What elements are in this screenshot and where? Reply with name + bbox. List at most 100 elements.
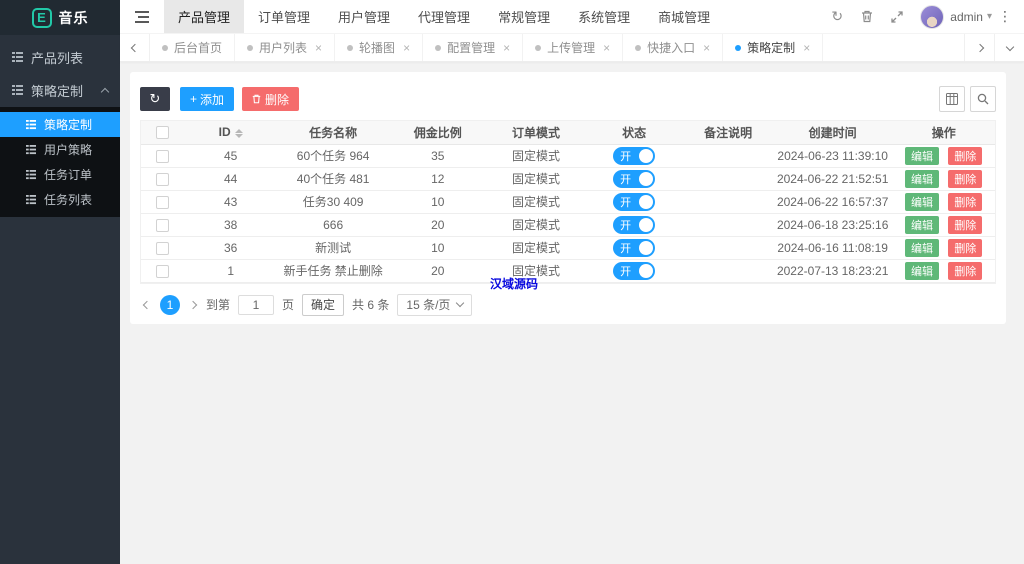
status-toggle[interactable]: 开: [613, 192, 656, 211]
page-size-select[interactable]: 15 条/页: [397, 293, 473, 316]
workspace-tab[interactable]: 用户列表 ×: [235, 34, 336, 61]
username[interactable]: admin: [950, 10, 983, 24]
table-row: 38 666 20 固定模式 开 2024-06-18 23:25:16 编辑 …: [141, 213, 995, 237]
next-page-button[interactable]: [188, 300, 198, 309]
edit-button[interactable]: 编辑: [905, 146, 940, 165]
top-nav-tab[interactable]: 商城管理: [644, 0, 724, 33]
status-toggle[interactable]: 开: [613, 261, 656, 280]
workspace-tab[interactable]: 快捷入口 ×: [623, 34, 724, 61]
row-delete-button[interactable]: 删除: [948, 169, 983, 188]
toggle-knob: [639, 171, 654, 186]
row-checkbox[interactable]: [155, 218, 169, 232]
close-icon[interactable]: ×: [315, 41, 322, 55]
list-icon: [26, 194, 36, 204]
toggle-knob: [639, 194, 654, 209]
status-toggle[interactable]: 开: [613, 146, 656, 165]
sidebar-submenu: 策略定制 用户策略 任务订单 任务列表: [0, 107, 120, 217]
row-checkbox[interactable]: [155, 149, 169, 163]
row-checkbox[interactable]: [155, 241, 169, 255]
list-icon: [26, 119, 36, 129]
close-icon[interactable]: ×: [803, 41, 810, 55]
row-checkbox[interactable]: [155, 172, 169, 186]
tabs-scroll-left-button[interactable]: [120, 34, 150, 61]
top-nav-tab[interactable]: 系统管理: [564, 0, 644, 33]
workspace-tabs: 后台首页 用户列表 × 轮播图 × 配置管理 × 上传管理 × 快捷入口 × 策…: [150, 34, 964, 61]
current-page-button[interactable]: 1: [160, 294, 180, 315]
workspace-tab[interactable]: 上传管理 ×: [523, 34, 624, 61]
tabs-menu-button[interactable]: [994, 34, 1024, 61]
top-nav-tab-label: 常规管理: [498, 10, 551, 25]
row-checkbox[interactable]: [155, 264, 169, 278]
search-button[interactable]: [970, 86, 996, 112]
close-icon[interactable]: ×: [703, 41, 710, 55]
status-toggle[interactable]: 开: [613, 169, 656, 188]
col-header-created: 创建时间: [772, 121, 893, 145]
close-icon[interactable]: ×: [403, 41, 410, 55]
goto-page-input[interactable]: [238, 294, 275, 315]
sidebar-subitem[interactable]: 策略定制: [0, 112, 120, 137]
row-delete-button[interactable]: 删除: [948, 192, 983, 211]
sidebar-subitem[interactable]: 任务列表: [0, 187, 120, 212]
top-nav-tab[interactable]: 订单管理: [244, 0, 324, 33]
close-icon[interactable]: ×: [603, 41, 610, 55]
tabs-scroll-right-button[interactable]: [964, 34, 994, 61]
cell-id: 44: [183, 167, 278, 191]
top-nav-tab[interactable]: 常规管理: [484, 0, 564, 33]
sort-icon[interactable]: [234, 128, 243, 138]
row-checkbox[interactable]: [155, 195, 169, 209]
status-toggle[interactable]: 开: [613, 215, 656, 234]
chevron-down-icon[interactable]: ▾: [987, 11, 992, 22]
tab-status-dot: [735, 44, 742, 51]
sidebar-item[interactable]: 策略定制: [0, 74, 120, 107]
sidebar-item[interactable]: 产品列表: [0, 41, 120, 74]
edit-button[interactable]: 编辑: [905, 261, 940, 280]
workspace-tab[interactable]: 后台首页: [150, 34, 236, 61]
top-nav-tab-label: 用户管理: [338, 10, 391, 25]
row-delete-button[interactable]: 删除: [948, 238, 983, 257]
edit-button[interactable]: 编辑: [905, 192, 940, 211]
row-delete-button[interactable]: 删除: [948, 215, 983, 234]
row-delete-button[interactable]: 删除: [948, 261, 983, 280]
trash-icon[interactable]: [852, 0, 882, 34]
cell-task-name: 60个任务 964: [277, 144, 389, 168]
tab-status-dot: [162, 44, 168, 51]
goto-suffix-label: 页: [282, 298, 295, 312]
refresh-button[interactable]: ↻: [140, 87, 170, 111]
col-header-id[interactable]: ID: [183, 121, 278, 145]
more-options-icon[interactable]: ⋮: [994, 8, 1016, 25]
select-all-checkbox[interactable]: [155, 126, 169, 140]
avatar[interactable]: [920, 4, 945, 29]
top-nav: 产品管理 订单管理 用户管理 代理管理 常规管理 系统管理 商城管理: [164, 0, 724, 33]
row-delete-button[interactable]: 删除: [948, 146, 983, 165]
status-toggle[interactable]: 开: [613, 238, 656, 257]
workspace-tab[interactable]: 配置管理 ×: [423, 34, 524, 61]
sidebar-subitem[interactable]: 用户策略: [0, 137, 120, 162]
edit-button[interactable]: 编辑: [905, 238, 940, 257]
list-icon: [26, 169, 36, 179]
delete-button[interactable]: 删除: [242, 87, 300, 111]
search-icon: [977, 93, 989, 105]
workspace-tab[interactable]: 策略定制 ×: [723, 34, 824, 61]
edit-button[interactable]: 编辑: [905, 169, 940, 188]
collapse-menu-icon[interactable]: [120, 0, 164, 33]
prev-page-button[interactable]: [142, 300, 152, 309]
edit-button[interactable]: 编辑: [905, 215, 940, 234]
filter-columns-button[interactable]: [939, 86, 965, 112]
table-row: 43 任务30 409 10 固定模式 开 2024-06-22 16:57:3…: [141, 190, 995, 214]
close-icon[interactable]: ×: [503, 41, 510, 55]
workspace-tab-label: 策略定制: [747, 41, 796, 55]
add-button[interactable]: + 添加: [180, 87, 235, 111]
goto-confirm-button[interactable]: 确定: [302, 293, 345, 316]
logo-icon: E: [31, 7, 52, 28]
sidebar-subitem[interactable]: 任务订单: [0, 162, 120, 187]
top-nav-tab[interactable]: 产品管理: [164, 0, 245, 33]
fullscreen-icon[interactable]: [882, 0, 912, 34]
top-nav-tab[interactable]: 代理管理: [404, 0, 484, 33]
workspace-tab-label: 轮播图: [359, 41, 396, 55]
sidebar-menu: 产品列表 策略定制: [0, 35, 120, 107]
refresh-icon[interactable]: ↻: [822, 0, 852, 34]
cell-commission: 20: [388, 213, 487, 237]
workspace-tab[interactable]: 轮播图 ×: [335, 34, 424, 61]
top-nav-tab[interactable]: 用户管理: [324, 0, 404, 33]
plus-icon: +: [190, 92, 198, 106]
